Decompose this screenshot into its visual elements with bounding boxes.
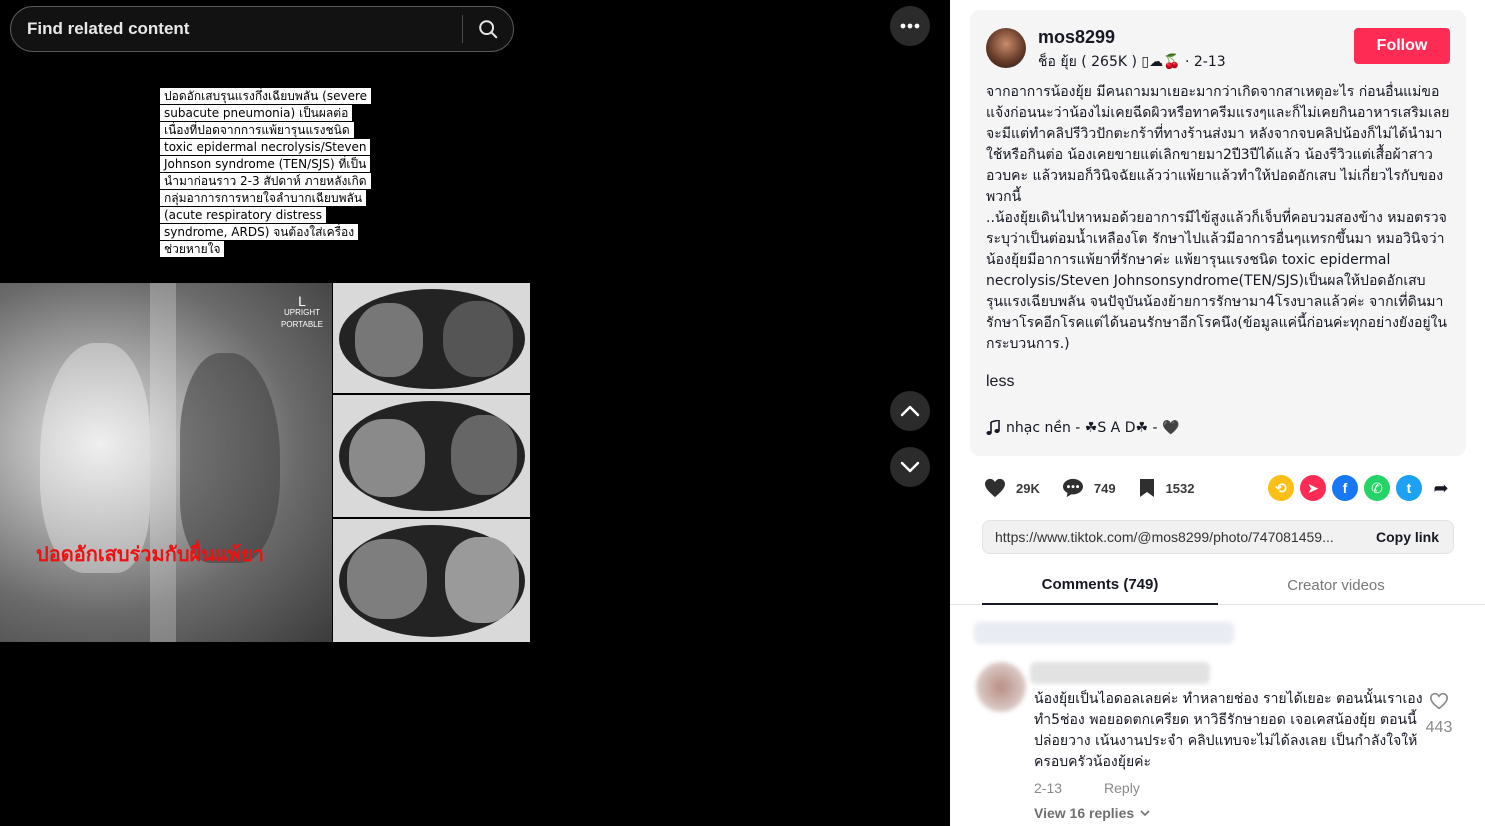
twitter-share-button[interactable]: t	[1396, 475, 1422, 501]
like-count: 29K	[1016, 480, 1040, 496]
tab-creator-videos[interactable]: Creator videos	[1218, 566, 1454, 605]
share-arrow-icon: ➦	[1433, 477, 1449, 498]
comment-like-count: 443	[1425, 719, 1453, 736]
author-avatar[interactable]	[986, 28, 1026, 68]
details-panel: mos8299 ช็อ ยุ้ย ( 265K ) ▯☁🍒 · 2-13 Fol…	[950, 0, 1485, 826]
heart-icon	[985, 478, 1005, 498]
previous-post-button[interactable]	[890, 391, 930, 431]
author-subtitle: ช็อ ยุ้ย ( 265K ) ▯☁🍒 · 2-13	[1038, 54, 1226, 70]
whatsapp-icon: ✆	[1371, 479, 1383, 496]
ct-scan-2	[333, 395, 530, 517]
save-button[interactable]: 1532	[1138, 478, 1195, 498]
action-bar: 29K 749 1532 ⟲ ➤ f ✆ t ➦	[984, 474, 1454, 502]
comment-icon	[1062, 478, 1083, 498]
search-input[interactable]: Find related content	[11, 19, 462, 39]
repost-button[interactable]: ⟲	[1268, 475, 1294, 501]
ct-scan-3	[333, 519, 530, 642]
more-options-button[interactable]	[890, 6, 930, 46]
copy-link-button[interactable]: Copy link	[1362, 529, 1453, 545]
less-button[interactable]: less	[986, 373, 1014, 391]
post-info-card: mos8299 ช็อ ยุ้ย ( 265K ) ▯☁🍒 · 2-13 Fol…	[970, 10, 1466, 456]
panel-tabs: Comments (749) Creator videos	[950, 566, 1485, 605]
chevron-down-icon	[900, 461, 920, 473]
share-url[interactable]: https://www.tiktok.com/@mos8299/photo/74…	[983, 529, 1362, 545]
repost-icon: ⟲	[1275, 479, 1287, 496]
chevron-up-icon	[900, 405, 920, 417]
share-options: ⟲ ➤ f ✆ t ➦	[1268, 475, 1454, 501]
more-icon	[900, 23, 920, 29]
comment-count: 749	[1093, 480, 1116, 496]
next-post-button[interactable]	[890, 447, 930, 487]
comment-like-button[interactable]: 443	[1424, 692, 1454, 737]
heart-outline-icon	[1429, 692, 1449, 710]
tab-comments[interactable]: Comments (749)	[982, 566, 1218, 605]
media-overlay-text: ปอดอักเสบรุนแรงกึ่งเฉียบพลัน (severe sub…	[160, 88, 372, 258]
save-count: 1532	[1165, 480, 1195, 496]
xray-marker: L UPRIGHT PORTABLE	[281, 293, 323, 329]
blurred-commenter-name	[1030, 662, 1210, 684]
medical-photo: L UPRIGHT PORTABLE ปอดอักเสบร่วมกับผื่นแ…	[0, 283, 530, 642]
comment-date: 2-13	[1034, 780, 1063, 796]
reply-button[interactable]: Reply	[1104, 780, 1140, 796]
twitter-icon: t	[1406, 480, 1412, 496]
follow-button[interactable]: Follow	[1354, 28, 1450, 64]
facebook-share-button[interactable]: f	[1332, 475, 1358, 501]
bookmark-icon	[1139, 479, 1154, 497]
comment-text: น้องยุ้ยเป็นไอดอลเลยค่ะ ทำหลายช่อง รายได…	[1034, 691, 1423, 770]
search-button[interactable]	[463, 7, 513, 51]
blurred-comment-preview	[974, 622, 1234, 644]
like-button[interactable]: 29K	[984, 478, 1040, 498]
ct-scan-1	[333, 283, 530, 393]
send-icon: ➤	[1307, 479, 1319, 496]
music-link[interactable]: nhạc nền - ☘S A D☘ - 🖤	[986, 420, 1179, 436]
music-title: nhạc nền - ☘S A D☘ - 🖤	[1006, 420, 1180, 436]
view-replies-button[interactable]: View 16 replies	[1034, 805, 1150, 821]
commenter-avatar[interactable]	[976, 662, 1026, 712]
more-share-button[interactable]: ➦	[1428, 475, 1454, 501]
comment-meta: 2-13 Reply	[1034, 780, 1140, 796]
search-icon	[479, 20, 498, 39]
image-caption: ปอดอักเสบร่วมกับผื่นแพ้ยา	[36, 542, 264, 566]
music-note-icon	[986, 420, 1000, 435]
share-link-box: https://www.tiktok.com/@mos8299/photo/74…	[982, 520, 1454, 554]
facebook-icon: f	[1342, 480, 1348, 496]
whatsapp-share-button[interactable]: ✆	[1364, 475, 1390, 501]
view-replies-label: View 16 replies	[1034, 805, 1135, 821]
author-username[interactable]: mos8299	[1038, 27, 1115, 48]
chest-xray-image: L UPRIGHT PORTABLE ปอดอักเสบร่วมกับผื่นแ…	[0, 283, 332, 642]
chevron-down-icon	[1140, 809, 1150, 816]
post-description: จากอาการน้องยุ้ย มีคนถามมาเยอะมากว่าเกิด…	[986, 84, 1450, 352]
media-stage: Find related content ปอดอักเสบรุนแรงกึ่ง…	[0, 0, 950, 826]
comment-button[interactable]: 749	[1062, 478, 1116, 498]
search-bar[interactable]: Find related content	[10, 6, 514, 52]
send-button[interactable]: ➤	[1300, 475, 1326, 501]
